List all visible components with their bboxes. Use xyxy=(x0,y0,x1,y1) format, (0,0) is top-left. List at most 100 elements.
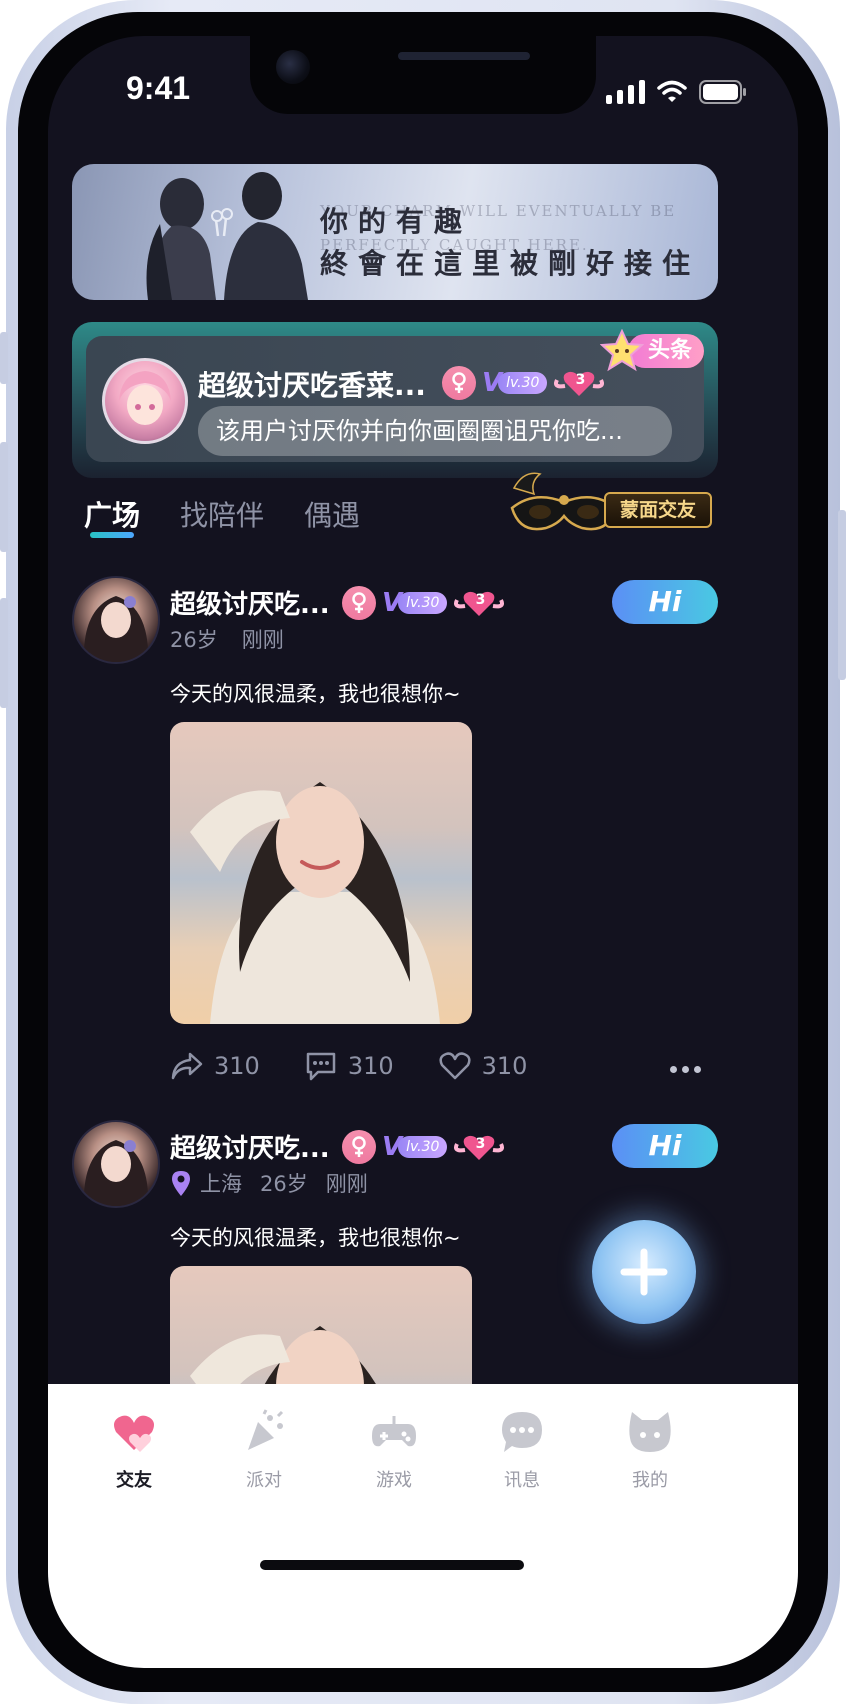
promo-banner[interactable]: YOUR CHARM WILL EVENTUALLY BE PERFECTLY … xyxy=(72,164,718,300)
tabbar-label: 我的 xyxy=(632,1470,668,1491)
chat-bubble-icon xyxy=(502,1412,542,1452)
mute-switch xyxy=(0,332,8,384)
heart-count: 3 xyxy=(575,372,586,388)
heart-wing-badge-icon: 3 xyxy=(553,368,605,398)
tab-find-companion[interactable]: 找陪伴 xyxy=(180,494,264,534)
heart-outline-icon xyxy=(439,1052,471,1080)
star-icon xyxy=(600,329,644,372)
post-actions: 310 310 310 xyxy=(170,1050,527,1082)
female-badge-icon xyxy=(442,366,476,400)
girl-photo-image xyxy=(190,782,440,1024)
heart-count: 3 xyxy=(475,592,486,608)
location-pin-icon xyxy=(172,1171,190,1196)
female-badge-icon xyxy=(342,1130,376,1164)
front-camera xyxy=(276,50,310,84)
plus-icon xyxy=(620,1248,668,1296)
heart-count: 3 xyxy=(475,1136,486,1152)
post-meta: 26岁 刚刚 xyxy=(170,624,284,654)
post-photo[interactable] xyxy=(170,722,472,1024)
headline-message: 该用户讨厌你并向你画圈圈诅咒你吃... xyxy=(198,406,672,456)
level-badge: V lv.30 xyxy=(382,588,448,618)
tab-find-companion-label: 找陪伴 xyxy=(180,499,265,532)
tabbar-label: 交友 xyxy=(116,1470,152,1491)
tabbar-item-profile[interactable]: 我的 xyxy=(600,1408,700,1492)
post-badges: V lv.30 3 xyxy=(342,1130,505,1164)
heart-icon xyxy=(114,1415,154,1452)
masked-dating-label: 蒙面交友 xyxy=(604,492,712,528)
like-action[interactable]: 310 xyxy=(438,1051,528,1081)
post-time: 刚刚 xyxy=(241,628,284,652)
tabbar-item-party[interactable]: 派对 xyxy=(214,1408,314,1492)
tab-plaza-label: 广场 xyxy=(84,499,141,532)
status-icons xyxy=(606,74,747,104)
power-button xyxy=(838,510,846,680)
headline-avatar[interactable] xyxy=(102,358,188,444)
level-label: lv.30 xyxy=(498,372,548,394)
cat-face-icon xyxy=(629,1412,671,1452)
user-avatar-icon xyxy=(83,596,149,662)
post-age: 26岁 xyxy=(260,1172,308,1196)
level-badge: V lv.30 xyxy=(382,1132,448,1162)
notch xyxy=(250,36,596,114)
tabbar-label: 派对 xyxy=(246,1470,282,1491)
tabbar-item-games[interactable]: 游戏 xyxy=(344,1408,444,1492)
earpiece-speaker xyxy=(398,52,530,60)
post-avatar[interactable] xyxy=(72,576,160,664)
say-hi-button[interactable]: Hi xyxy=(612,1124,718,1168)
post-text: 今天的风很温柔，我也很想你~ xyxy=(170,682,461,706)
volume-up-button xyxy=(0,442,8,552)
heart-wing-badge-icon: 3 xyxy=(453,1132,505,1162)
headline-tag: 头条 xyxy=(600,329,708,372)
post-location: 上海 xyxy=(200,1172,242,1196)
post-avatar[interactable] xyxy=(72,1120,160,1208)
home-indicator[interactable] xyxy=(260,1560,524,1570)
comment-count: 310 xyxy=(347,1052,394,1080)
post-time: 刚刚 xyxy=(325,1172,368,1196)
banner-title-line1: 你的有趣 xyxy=(320,205,473,238)
headline-username: 超级讨厌吃香菜... xyxy=(198,369,426,402)
like-count: 310 xyxy=(481,1052,528,1080)
post-meta: 上海 26岁 刚刚 xyxy=(170,1168,368,1198)
active-tab-indicator xyxy=(90,532,134,538)
female-badge-icon xyxy=(342,586,376,620)
post-age: 26岁 xyxy=(170,628,218,652)
battery-icon xyxy=(699,80,746,104)
share-action[interactable]: 310 xyxy=(170,1051,260,1081)
share-count: 310 xyxy=(214,1052,260,1080)
bottom-tab-bar: 交友 派对 游戏 讯息 我的 xyxy=(48,1384,798,1668)
post-badges: V lv.30 3 xyxy=(342,586,505,620)
wifi-icon xyxy=(657,80,687,102)
comment-action[interactable]: 310 xyxy=(304,1050,394,1082)
share-icon xyxy=(171,1052,203,1080)
anime-girl-avatar-icon xyxy=(119,371,171,425)
tab-encounter[interactable]: 偶遇 xyxy=(304,494,360,534)
say-hi-button[interactable]: Hi xyxy=(612,580,718,624)
masked-dating-button[interactable]: 蒙面交友 xyxy=(504,468,718,550)
post-username: 超级讨厌吃... xyxy=(170,1134,330,1164)
tabbar-label: 游戏 xyxy=(376,1470,412,1491)
party-popper-icon xyxy=(248,1409,284,1450)
signal-icon xyxy=(606,80,645,104)
post-username: 超级讨厌吃... xyxy=(170,590,330,620)
heart-wing-badge-icon: 3 xyxy=(453,588,505,618)
tab-encounter-label: 偶遇 xyxy=(304,499,361,532)
level-badge: V lv.30 xyxy=(482,368,548,398)
more-options-icon[interactable] xyxy=(670,1066,701,1073)
banner-title-line2: 終會在這里被剛好接住 xyxy=(320,247,701,280)
tabbar-item-messages[interactable]: 讯息 xyxy=(472,1408,572,1492)
tabbar-item-friends[interactable]: 交友 xyxy=(84,1408,184,1492)
create-post-button[interactable] xyxy=(592,1220,696,1324)
user-avatar-icon xyxy=(83,1140,149,1206)
level-label: lv.30 xyxy=(398,1136,448,1158)
post-text: 今天的风很温柔，我也很想你~ xyxy=(170,1226,461,1250)
gamepad-icon xyxy=(372,1416,416,1447)
comment-icon xyxy=(306,1052,336,1081)
tabbar-label: 讯息 xyxy=(504,1470,540,1491)
app-screen: 9:41 YOUR CHARM WILL EVENTUALLY BE PERFE… xyxy=(48,36,798,1668)
tab-plaza[interactable]: 广场 xyxy=(84,494,141,538)
headline-badges: V lv.30 3 xyxy=(442,366,605,400)
status-time: 9:41 xyxy=(126,70,191,106)
headline-card[interactable]: 超级讨厌吃香菜... V lv.30 3 该用户讨厌你并向你画圈圈诅咒你吃... xyxy=(72,322,718,478)
feed-tabs: 广场 找陪伴 偶遇 xyxy=(84,494,360,538)
volume-down-button xyxy=(0,598,8,708)
